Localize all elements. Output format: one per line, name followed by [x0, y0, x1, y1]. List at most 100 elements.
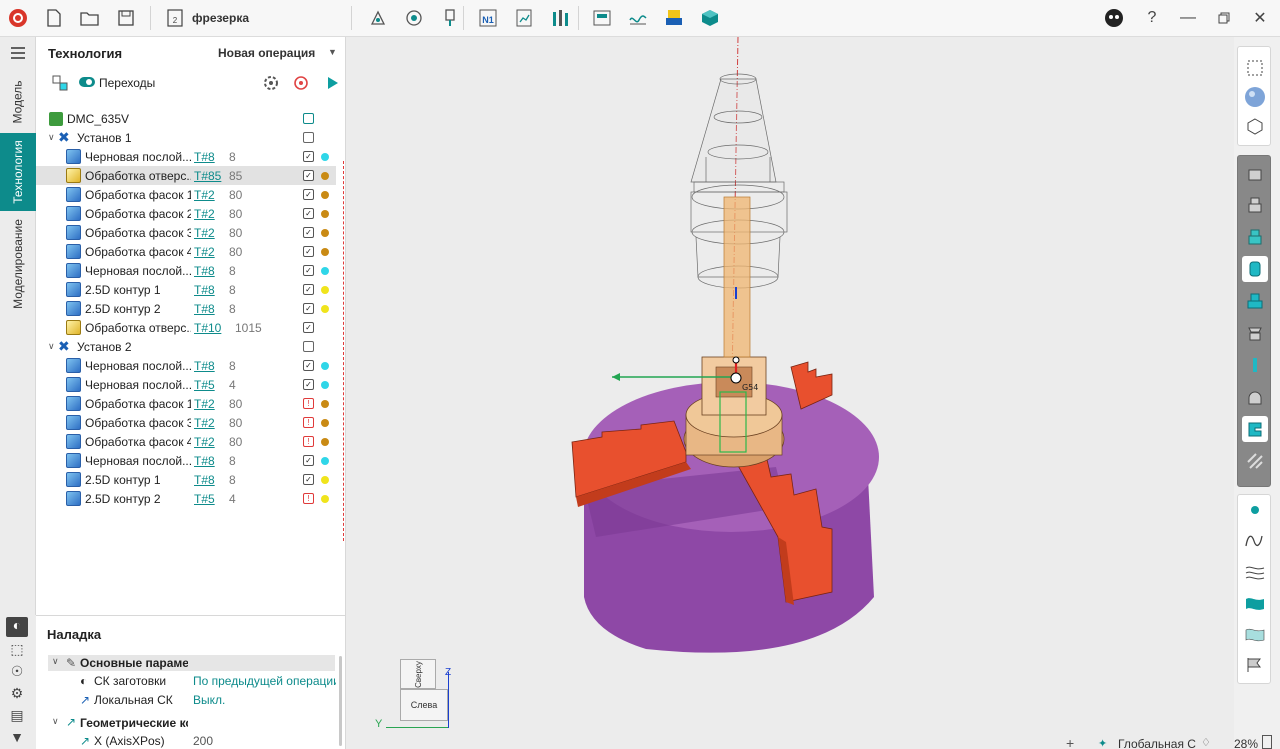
gear-icon[interactable]: ⚙ [6, 685, 28, 705]
operation-row[interactable]: Обработка фасок 1 T#2 80 ✓ [36, 185, 336, 204]
selection-box-icon[interactable]: ⬚ [6, 641, 28, 661]
operation-checkbox[interactable]: ! [303, 493, 314, 504]
chevron-down-icon[interactable]: ∨ [48, 132, 55, 143]
operation-checkbox[interactable]: ✓ [303, 151, 314, 162]
operation-checkbox[interactable]: ! [303, 417, 314, 428]
box-3d-icon[interactable] [697, 5, 723, 31]
tab-modeling[interactable]: Моделирование [0, 215, 36, 313]
operation-tool-link[interactable]: T#8 [194, 454, 215, 468]
dome-feature-icon[interactable] [1242, 384, 1268, 410]
notification-bell-icon[interactable]: ♢ [1201, 736, 1211, 749]
setup-row[interactable]: ∨ ✖ Установ 2 [36, 337, 336, 356]
curve-icon[interactable] [1242, 528, 1268, 554]
app-logo-icon[interactable] [5, 5, 31, 31]
operation-row[interactable]: 2.5D контур 2 T#8 8 ✓ [36, 299, 336, 318]
surface-light-icon[interactable] [1242, 621, 1268, 647]
operation-checkbox[interactable]: ✓ [303, 379, 314, 390]
view-cube-top[interactable]: Сверху [400, 659, 436, 689]
tab-model[interactable]: Модель [0, 73, 36, 131]
setup-checkbox[interactable] [303, 341, 314, 352]
machine-row[interactable]: DMC_635V [36, 109, 336, 128]
point-icon[interactable] [1242, 497, 1268, 523]
operation-row[interactable]: Обработка отверс... T#10 1015 ✓ [36, 318, 336, 337]
operation-checkbox[interactable]: ✓ [303, 265, 314, 276]
flag-icon[interactable] [1242, 652, 1268, 678]
report-icon[interactable] [511, 5, 537, 31]
tools-library-icon[interactable] [547, 5, 573, 31]
operation-row[interactable]: Обработка отверс... T#85 85 ✓ [36, 166, 336, 185]
operation-checkbox[interactable]: ✓ [303, 303, 314, 314]
operation-row[interactable]: Обработка фасок 3 T#2 80! [36, 413, 336, 432]
compass-icon[interactable]: ☉ [6, 663, 28, 683]
new-operation-dropdown[interactable]: Новая операция [218, 46, 315, 60]
box-icon[interactable] [1242, 113, 1268, 139]
pocket-feature-icon[interactable] [1242, 288, 1268, 314]
operation-checkbox[interactable]: ! [303, 398, 314, 409]
surface-fill-icon[interactable] [1242, 590, 1268, 616]
coordinate-system-label[interactable]: Глобальная С [1118, 737, 1196, 749]
scene[interactable]: G54 [346, 37, 1234, 749]
recalculate-icon[interactable] [293, 75, 309, 94]
visibility-checkbox[interactable] [303, 113, 314, 124]
operation-row[interactable]: Обработка фасок 1 T#2 80! [36, 394, 336, 413]
view-cube-left[interactable]: Слева [400, 689, 448, 721]
operation-checkbox[interactable]: ✓ [303, 227, 314, 238]
operation-checkbox[interactable]: ✓ [303, 208, 314, 219]
operation-tool-link[interactable]: T#8 [194, 283, 215, 297]
wireframe-box-icon[interactable] [1242, 55, 1268, 81]
slot-feature-icon[interactable] [1242, 416, 1268, 442]
operation-row[interactable]: Обработка фасок 4 T#2 80! [36, 432, 336, 451]
operation-tool-link[interactable]: T#85 [194, 169, 221, 183]
fixture-icon[interactable]: ▤ [6, 707, 28, 727]
operation-tool-link[interactable]: T#2 [194, 245, 215, 259]
operation-tool-link[interactable]: T#2 [194, 416, 215, 430]
operation-row[interactable]: Черновая послой... T#8 8 ✓ [36, 261, 336, 280]
help-icon[interactable]: ? [1138, 5, 1166, 31]
operation-tool-link[interactable]: T#8 [194, 264, 215, 278]
step-feature-icon[interactable] [1242, 192, 1268, 218]
operation-row[interactable]: Обработка фасок 2 T#2 80 ✓ [36, 204, 336, 223]
sphere-icon[interactable] [1242, 84, 1268, 110]
hatch-feature-icon[interactable] [1242, 448, 1268, 474]
chamfer-feature-icon[interactable] [1242, 320, 1268, 346]
operation-tool-link[interactable]: T#2 [194, 226, 215, 240]
toolpath-icon[interactable] [625, 5, 651, 31]
setup-row[interactable]: ∨ ✖ Установ 1 [36, 128, 336, 147]
setup-scrollbar[interactable] [339, 656, 342, 746]
play-icon[interactable] [327, 76, 339, 93]
operation-checkbox[interactable]: ✓ [303, 189, 314, 200]
save-icon[interactable] [113, 5, 139, 31]
operation-tool-link[interactable]: T#8 [194, 359, 215, 373]
simulation-icon[interactable] [661, 5, 687, 31]
open-folder-icon[interactable] [77, 5, 103, 31]
menu-icon[interactable] [0, 41, 36, 65]
operation-row[interactable]: Черновая послой... T#8 8 ✓ [36, 451, 336, 470]
cylinder-feature-icon[interactable] [1242, 256, 1268, 282]
new-file-icon[interactable] [41, 5, 67, 31]
machine-icon[interactable] [589, 5, 615, 31]
operation-row[interactable]: 2.5D контур 1 T#8 8 ✓ [36, 280, 336, 299]
workpiece-cs-value[interactable]: По предыдущей операции [193, 674, 336, 688]
operation-tool-link[interactable]: T#8 [194, 302, 215, 316]
tool-setup-icon[interactable] [401, 5, 427, 31]
operation-tool-link[interactable]: T#5 [194, 492, 215, 506]
tool-icon[interactable]: ▼ [6, 729, 28, 749]
operation-tool-link[interactable]: T#5 [194, 378, 215, 392]
operation-checkbox[interactable]: ✓ [303, 360, 314, 371]
hole-feature-icon[interactable] [1242, 160, 1268, 186]
chevron-down-icon[interactable]: ▼ [328, 47, 337, 57]
close-icon[interactable]: ✕ [1246, 5, 1274, 31]
workpiece-icon[interactable]: ◐ [6, 617, 28, 637]
operation-row[interactable]: 2.5D контур 1 T#8 8 ✓ [36, 470, 336, 489]
operation-tool-link[interactable]: T#2 [194, 188, 215, 202]
operation-tool-link[interactable]: T#8 [194, 150, 215, 164]
operation-tool-link[interactable]: T#2 [194, 397, 215, 411]
axis-x-value[interactable]: 200 [193, 734, 213, 748]
restore-icon[interactable] [1210, 5, 1238, 31]
operation-row[interactable]: Черновая послой... T#8 8 ✓ [36, 147, 336, 166]
surface-wire-icon[interactable] [1242, 559, 1268, 585]
operation-row[interactable]: Черновая послой... T#5 4 ✓ [36, 375, 336, 394]
operation-checkbox[interactable]: ✓ [303, 246, 314, 257]
3d-viewport[interactable]: G54 Сверху Слева Z Y [346, 37, 1234, 749]
tool-holder-icon[interactable] [437, 5, 463, 31]
